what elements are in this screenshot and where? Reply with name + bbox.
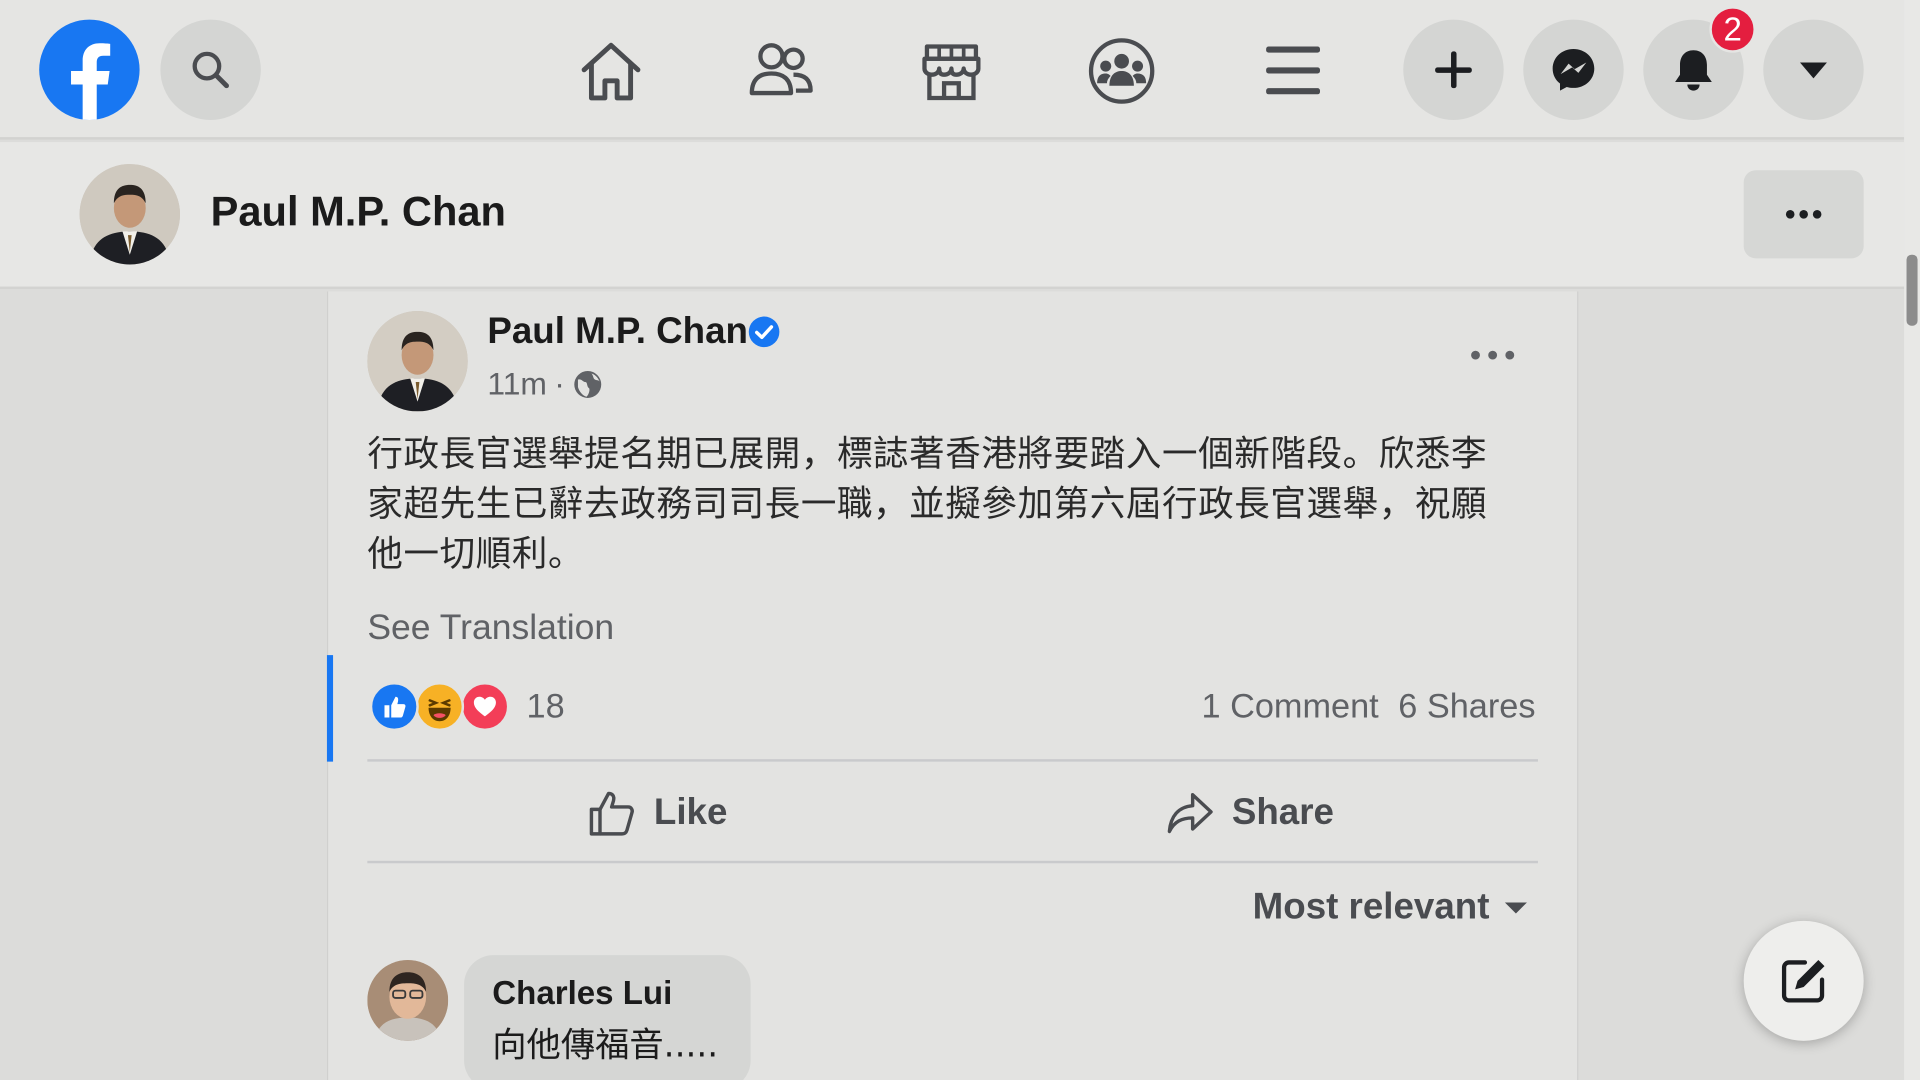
bell-icon [1675,50,1712,91]
more-horizontal-icon [1785,210,1822,219]
more-horizontal-icon [1471,350,1515,360]
compose-edit-icon [1781,960,1825,1003]
thumbs-up-icon [589,791,634,836]
facebook-logo-icon[interactable] [39,19,140,121]
divider [367,860,1538,864]
post-more-options-button[interactable] [1464,333,1520,377]
post-author-name[interactable]: Paul M.P. Chan [487,311,748,353]
new-message-button[interactable] [1743,920,1864,1041]
post-accent-bar [326,655,334,762]
groups-icon [1088,38,1155,104]
verified-badge-icon [748,316,780,348]
like-reaction-icon [369,682,419,732]
post-meta: 11m · [487,365,604,403]
like-button-label: Like [653,792,728,833]
profile-photo-icon [367,960,449,1041]
post-body-text: 行政長官選舉提名期已展開，標誌著香港將要踏入一個新階段。欣悉李 家超先生已辭去政… [367,429,1540,580]
share-button[interactable]: Share [1166,774,1334,852]
like-button[interactable]: Like [588,774,728,852]
profile-photo-icon [367,311,468,412]
haha-reaction-icon [415,682,465,732]
marketplace-nav-button[interactable] [917,37,986,106]
account-menu-button[interactable] [1763,19,1864,121]
sort-label: Most relevant [1252,886,1490,927]
share-button-label: Share [1231,792,1334,833]
home-icon [581,42,641,101]
page-title: Paul M.P. Chan [210,188,506,236]
post-timestamp[interactable]: 11m [487,365,547,403]
hamburger-menu-icon [1266,46,1321,95]
menu-nav-button[interactable] [1259,37,1328,106]
reaction-icons[interactable] [369,682,512,732]
page-more-options-button[interactable] [1743,170,1864,259]
search-button[interactable] [160,19,261,121]
share-count-link[interactable]: 6 Shares [1398,687,1535,726]
caret-down-icon [1505,902,1528,914]
comment-sort-dropdown[interactable]: Most relevant [1253,887,1529,929]
comment-author-name[interactable]: Charles Lui [492,975,672,1013]
page-header-bar: Paul M.P. Chan [0,142,1905,289]
reaction-count[interactable]: 18 [527,687,565,726]
caret-down-icon [1800,62,1827,79]
scrollbar-thumb[interactable] [1906,254,1918,326]
love-reaction-icon [460,682,510,732]
globe-icon [574,370,602,398]
groups-nav-button[interactable] [1087,37,1156,106]
share-arrow-icon [1167,792,1213,834]
marketplace-icon [922,44,981,101]
create-button[interactable] [1403,19,1504,121]
meta-separator: · [554,364,565,402]
page-avatar[interactable] [79,164,181,265]
search-icon [192,51,229,89]
post-author-avatar[interactable] [367,311,468,412]
comment-count-link[interactable]: 1 Comment [1201,687,1378,726]
messenger-button[interactable] [1523,19,1624,121]
notification-count-badge: 2 [1709,6,1756,53]
home-nav-button[interactable] [577,37,646,106]
scrollbar-track[interactable] [1904,0,1920,1080]
post-text-line: 行政長官選舉提名期已展開，標誌著香港將要踏入一個新階段。欣悉李 [367,432,1488,474]
post-stats: 1 Comment 6 Shares [1201,687,1535,726]
friends-icon [749,43,813,96]
top-navigation-bar: 2 [0,0,1905,140]
messenger-icon [1552,48,1595,91]
divider [367,759,1538,762]
profile-photo-icon [79,164,181,265]
commenter-avatar[interactable] [367,960,449,1041]
post-text-line: 家超先生已辭去政務司司長一職，並擬參加第六屆行政長官選舉，祝願 [367,482,1488,525]
post-text-line: 他一切順利。 [367,532,585,575]
comment-text: 向他傳福音..... [492,1024,719,1066]
see-translation-link[interactable]: See Translation [367,609,614,649]
plus-icon [1435,51,1472,89]
friends-nav-button[interactable] [747,37,816,106]
